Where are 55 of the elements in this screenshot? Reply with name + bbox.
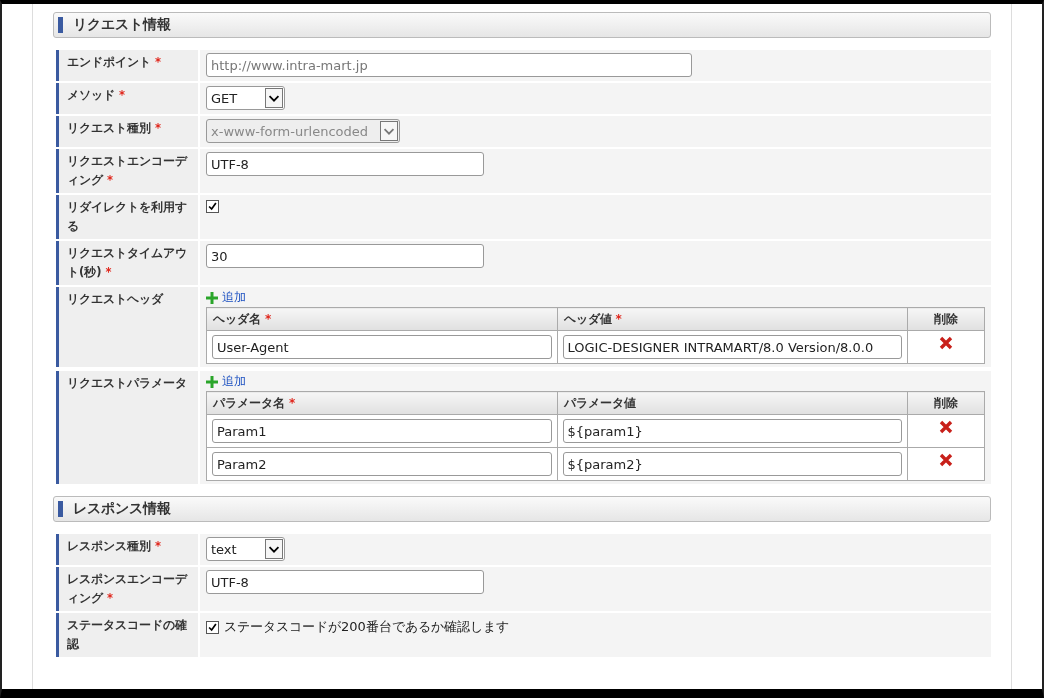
column-header: パラメータ名 * <box>206 391 557 415</box>
delete-icon[interactable] <box>939 420 953 434</box>
required-mark: * <box>107 173 113 187</box>
section-title: リクエスト情報 <box>73 16 171 34</box>
required-mark: * <box>119 88 125 102</box>
section-marker-bar <box>58 17 63 33</box>
caret-icon[interactable] <box>265 88 284 108</box>
delete-icon[interactable] <box>939 453 953 467</box>
field-label: リクエストエンコーディング * <box>56 149 198 193</box>
section-title: レスポンス情報 <box>73 500 171 518</box>
required-mark: * <box>155 121 161 135</box>
text-field[interactable]: ${param2} <box>562 452 902 476</box>
field-label: リクエスト種別 * <box>56 116 198 147</box>
field-label: リクエストヘッダ <box>56 287 198 367</box>
field-label: エンドポイント * <box>56 50 198 81</box>
add-link[interactable]: 追加 <box>206 290 246 305</box>
checkbox[interactable] <box>206 200 219 213</box>
column-header: パラメータ値 <box>557 391 908 415</box>
field-label: リクエストタイムアウト(秒) * <box>56 241 198 285</box>
required-mark: * <box>265 311 272 326</box>
field-label: リクエストパラメータ <box>56 371 198 484</box>
checkbox-label: ステータスコードが200番台であるか確認します <box>224 618 509 636</box>
section-marker-bar <box>58 501 63 517</box>
caret-icon[interactable] <box>264 539 283 559</box>
field-label: リダイレクトを利用する <box>56 195 198 239</box>
required-mark: * <box>615 311 622 326</box>
text-field[interactable]: User-Agent <box>212 335 552 359</box>
text-field[interactable]: LOGIC-DESIGNER INTRAMART/8.0 Version/8.0.0 <box>562 335 902 359</box>
text-field[interactable]: ${param1} <box>562 419 902 443</box>
field-label: レスポンスエンコーディング * <box>56 567 198 611</box>
plus-icon <box>206 375 218 388</box>
required-mark: * <box>155 55 161 69</box>
text-field[interactable]: UTF-8 <box>206 570 484 594</box>
required-mark: * <box>289 395 296 410</box>
required-mark: * <box>105 265 112 279</box>
column-header: ヘッダ名 * <box>206 307 557 331</box>
column-header: 削除 <box>907 391 985 415</box>
required-mark: * <box>155 539 161 553</box>
text-field[interactable]: Param1 <box>212 419 552 443</box>
field-label: メソッド * <box>56 83 198 114</box>
dropdown[interactable]: text <box>206 537 285 561</box>
column-header: ヘッダ値 * <box>557 307 908 331</box>
required-mark: * <box>107 591 113 605</box>
text-field[interactable]: UTF-8 <box>206 152 484 176</box>
field-label: ステータスコードの確認 <box>56 613 198 657</box>
text-field[interactable]: 30 <box>206 244 484 268</box>
column-header: 削除 <box>907 307 985 331</box>
text-field[interactable]: Param2 <box>212 452 552 476</box>
checkbox[interactable] <box>206 620 219 634</box>
text-field[interactable]: http://www.intra-mart.jp <box>206 53 692 77</box>
plus-icon <box>206 291 218 304</box>
delete-icon[interactable] <box>939 336 953 350</box>
add-link[interactable]: 追加 <box>206 374 246 389</box>
field-label: レスポンス種別 * <box>56 534 198 565</box>
dropdown[interactable]: GET <box>206 86 286 110</box>
